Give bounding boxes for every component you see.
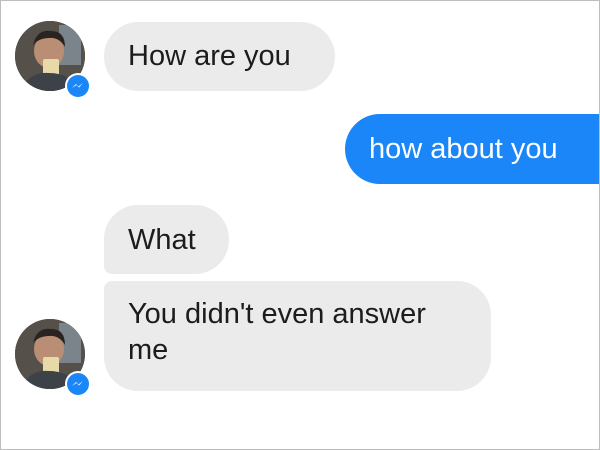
incoming-message-bubble[interactable]: How are you <box>104 22 335 91</box>
messenger-icon <box>72 381 83 386</box>
chat-thread: How are you how about you What You didn'… <box>0 0 600 450</box>
contact-avatar[interactable] <box>15 319 91 397</box>
incoming-message-bubble[interactable]: You didn't even answer me <box>104 281 491 391</box>
outgoing-message-bubble[interactable]: how about you <box>345 114 599 184</box>
messenger-badge <box>65 371 91 397</box>
contact-avatar[interactable] <box>15 21 91 99</box>
incoming-message-bubble[interactable]: What <box>104 205 229 274</box>
messenger-badge <box>65 73 91 99</box>
messenger-icon <box>72 83 83 88</box>
